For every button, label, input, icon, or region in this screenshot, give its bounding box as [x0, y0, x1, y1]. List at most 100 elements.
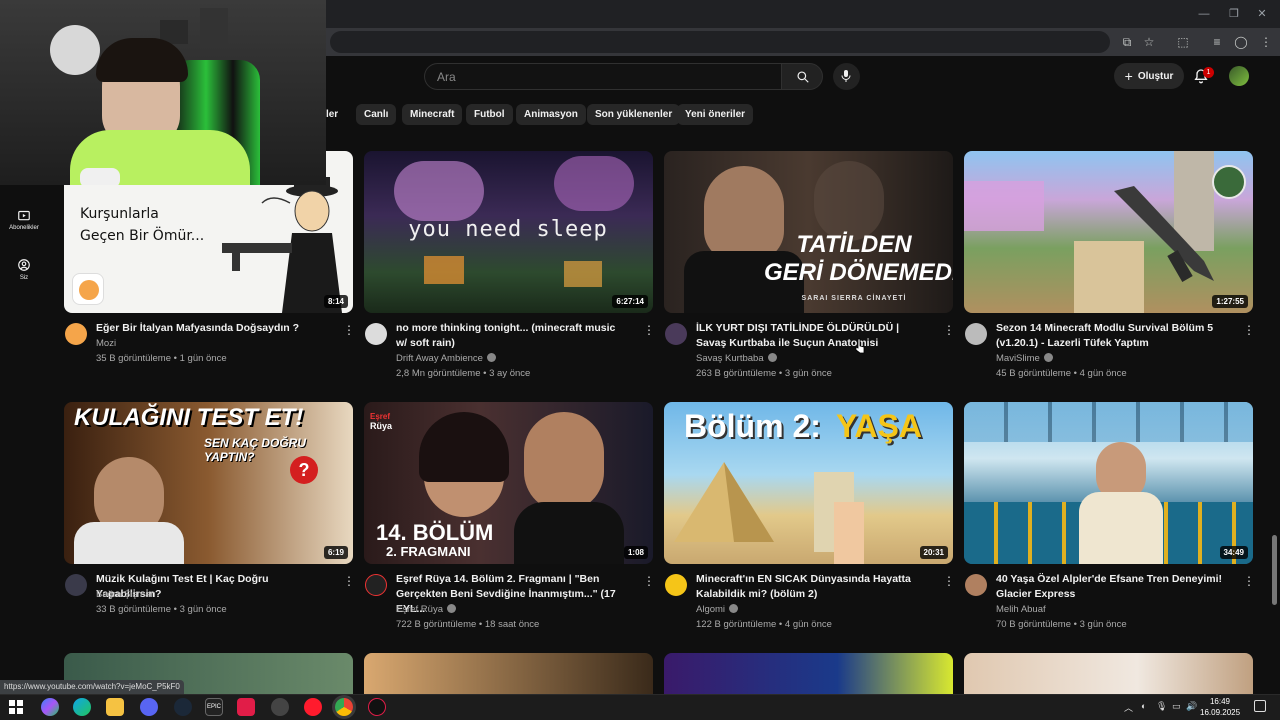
- video-title[interactable]: İLK YURT DIŞI TATİLİNDE ÖLDÜRÜLDÜ | Sava…: [696, 321, 926, 351]
- thumbnail-caption: Kurşunlarla Geçen Bir Ömür...: [80, 206, 205, 244]
- channel-name[interactable]: Drift Away Ambience: [396, 353, 483, 364]
- video-title[interactable]: 40 Yaşa Özel Alpler'de Efsane Tren Deney…: [996, 572, 1226, 602]
- extensions-icon[interactable]: ⬚: [1175, 34, 1191, 50]
- discord-taskbar-icon[interactable]: [140, 698, 158, 716]
- tray-app-icon[interactable]: ◐: [1141, 701, 1146, 711]
- video-options-kebab-icon[interactable]: ⋮: [643, 324, 655, 336]
- channel-avatar[interactable]: [65, 574, 87, 596]
- copilot-taskbar-icon[interactable]: [41, 698, 59, 716]
- view-count: 722 B görüntüleme: [396, 619, 477, 630]
- video-title[interactable]: no more thinking tonight... (minecraft m…: [396, 321, 626, 351]
- epic-games-taskbar-icon[interactable]: EPIC: [205, 698, 223, 716]
- video-options-kebab-icon[interactable]: ⋮: [643, 575, 655, 587]
- close-icon[interactable]: ✕: [1254, 6, 1270, 22]
- channel-avatar[interactable]: [665, 323, 687, 345]
- video-thumbnail-10[interactable]: [664, 653, 953, 694]
- windows-start-icon[interactable]: [9, 700, 23, 714]
- thumbnail-subcaption: SARAI SIERRA CİNAYETİ: [801, 295, 907, 302]
- chip-minecraft[interactable]: Minecraft: [402, 104, 463, 125]
- video-thumbnail-7[interactable]: 34:49: [964, 402, 1253, 564]
- video-options-kebab-icon[interactable]: ⋮: [343, 324, 355, 336]
- channel-avatar[interactable]: [365, 574, 387, 596]
- voice-search-button[interactable]: [833, 63, 860, 90]
- network-icon[interactable]: ▭: [1172, 701, 1181, 712]
- bookmark-star-icon[interactable]: ☆: [1141, 34, 1157, 50]
- channel-name[interactable]: Melih Abuaf: [996, 602, 1046, 617]
- channel-name[interactable]: Buğra Şişman: [96, 587, 156, 602]
- channel-name[interactable]: Mozi: [96, 336, 116, 351]
- tray-chevron-icon[interactable]: ︿: [1124, 701, 1133, 714]
- video-duration: 6:19: [323, 546, 348, 559]
- channel-avatar[interactable]: [65, 323, 87, 345]
- page-scrollbar-thumb[interactable]: [1272, 535, 1277, 605]
- video-thumbnail-4[interactable]: KULAĞINI TEST ET! SEN KAÇ DOĞRU YAPTIN? …: [64, 402, 353, 564]
- notification-center-icon[interactable]: [1254, 700, 1266, 712]
- video-thumbnail-1[interactable]: you need sleep 6:27:14: [364, 151, 653, 313]
- search-field[interactable]: [424, 63, 781, 90]
- chip-futbol[interactable]: Futbol: [466, 104, 513, 125]
- video-duration: 1:27:55: [1212, 295, 1248, 308]
- video-thumbnail-3[interactable]: 1:27:55: [964, 151, 1253, 313]
- video-stats: 122 B görüntüleme • 4 gün önce: [696, 619, 832, 630]
- sidebar-item-you[interactable]: Siz: [4, 258, 44, 281]
- sidebar-item-subscriptions[interactable]: Abonelikler: [4, 208, 44, 231]
- upload-age: 3 gün önce: [179, 604, 227, 615]
- video-duration: 8:14: [323, 295, 348, 308]
- chip-son-yuklenenler[interactable]: Son yüklenenler: [587, 104, 681, 125]
- channel-avatar[interactable]: [965, 323, 987, 345]
- video-options-kebab-icon[interactable]: ⋮: [1243, 575, 1255, 587]
- volume-icon[interactable]: 🔊: [1186, 701, 1197, 712]
- channel-name[interactable]: MaviSlime: [996, 353, 1040, 364]
- channel-name-row: Algomi: [696, 602, 739, 617]
- video-thumbnail-11[interactable]: [964, 653, 1253, 694]
- channel-name[interactable]: Algomi: [696, 604, 725, 615]
- video-title[interactable]: Eğer Bir İtalyan Mafyasında Doğsaydın ?: [96, 321, 326, 336]
- notification-count-badge: 1: [1203, 67, 1214, 78]
- chrome-taskbar-icon[interactable]: [335, 698, 353, 716]
- obs-taskbar-icon[interactable]: [368, 698, 386, 716]
- file-explorer-taskbar-icon[interactable]: [106, 698, 124, 716]
- opera-taskbar-icon[interactable]: [304, 698, 322, 716]
- video-title[interactable]: Sezon 14 Minecraft Modlu Survival Bölüm …: [996, 321, 1226, 351]
- upload-age: 4 gün önce: [1079, 368, 1127, 379]
- chip-canli[interactable]: Canlı: [356, 104, 397, 125]
- search-input[interactable]: [425, 64, 781, 89]
- verified-check-icon: [767, 353, 777, 362]
- view-count: 70 B görüntüleme: [996, 619, 1071, 630]
- video-options-kebab-icon[interactable]: ⋮: [943, 575, 955, 587]
- thumbnail-caption: Bölüm 2:: [684, 408, 821, 444]
- chip-animasyon[interactable]: Animasyon: [516, 104, 586, 125]
- app-taskbar-icon[interactable]: [237, 698, 255, 716]
- address-bar[interactable]: [330, 31, 1110, 53]
- channel-name[interactable]: Eşref Rüya: [396, 604, 443, 615]
- create-button[interactable]: + Oluştur: [1114, 63, 1184, 89]
- steam-taskbar-icon[interactable]: [174, 698, 192, 716]
- microphone-tray-icon[interactable]: 🎙: [1156, 701, 1167, 712]
- video-thumbnail-5[interactable]: Eşref Rüya 14. BÖLÜM 2. FRAGMANI 1:08: [364, 402, 653, 564]
- minimize-icon[interactable]: —: [1196, 6, 1212, 22]
- channel-name[interactable]: Savaş Kurtbaba: [696, 353, 764, 364]
- video-title[interactable]: Minecraft'ın EN SICAK Dünyasında Hayatta…: [696, 572, 926, 602]
- video-thumbnail-2[interactable]: TATİLDEN GERİ DÖNEMEDİ SARAI SIERRA CİNA…: [664, 151, 953, 313]
- cast-icon[interactable]: ⧉: [1119, 34, 1135, 50]
- profile-icon[interactable]: ◯: [1233, 34, 1249, 50]
- channel-avatar[interactable]: [965, 574, 987, 596]
- edge-taskbar-icon[interactable]: [73, 698, 91, 716]
- media-controls-icon[interactable]: ≡: [1209, 34, 1225, 50]
- restore-icon[interactable]: ❐: [1226, 6, 1242, 22]
- taskbar-clock[interactable]: 16:49 16.09.2025: [1200, 696, 1240, 718]
- app-taskbar-icon[interactable]: [271, 698, 289, 716]
- video-options-kebab-icon[interactable]: ⋮: [943, 324, 955, 336]
- video-thumbnail-6[interactable]: Bölüm 2: YAŞA 20:31: [664, 402, 953, 564]
- video-options-kebab-icon[interactable]: ⋮: [343, 575, 355, 587]
- channel-avatar[interactable]: [665, 574, 687, 596]
- video-thumbnail-9[interactable]: [364, 653, 653, 694]
- chip-yeni-oneriler[interactable]: Yeni öneriler: [677, 104, 754, 125]
- search-button[interactable]: [781, 63, 823, 90]
- verified-check-icon: [486, 353, 496, 362]
- video-options-kebab-icon[interactable]: ⋮: [1243, 324, 1255, 336]
- account-avatar[interactable]: [1229, 66, 1249, 86]
- channel-avatar[interactable]: [365, 323, 387, 345]
- view-count: 35 B görüntüleme: [96, 353, 171, 364]
- kebab-menu-icon[interactable]: ⋮: [1258, 34, 1274, 50]
